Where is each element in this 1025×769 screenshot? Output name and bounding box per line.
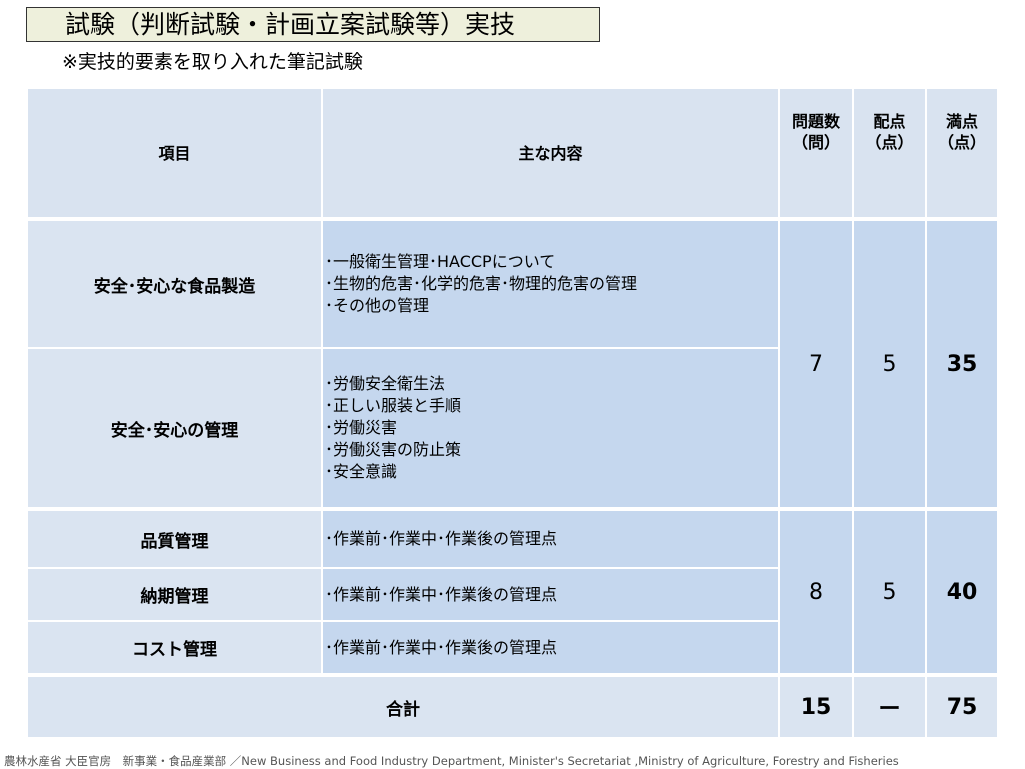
total-full-value: 75 [946,694,978,720]
content-list: ･作業前･作業中･作業後の管理点 [325,584,557,606]
content-list: ･作業前･作業中･作業後の管理点 [325,528,557,550]
content-list: ･作業前･作業中･作業後の管理点 [325,637,557,659]
group1-questions: 7 [780,221,852,507]
header-content-label: 主な内容 [518,143,583,163]
footer-credit: 農林水産省 大臣官房 新事業・食品産業部 ／New Business and F… [4,754,899,768]
list-item: ･労働災害 [325,418,398,437]
table-row-item: コスト管理 [28,622,321,673]
header-points-line2: （点） [865,133,914,152]
content-list: ･一般衛生管理･HACCPについて ･生物的危害･化学的危害･物理的危害の管理 … [325,251,637,317]
total-label-cell: 合計 [28,677,778,737]
table-row-content: ･一般衛生管理･HACCPについて ･生物的危害･化学的危害･物理的危害の管理 … [323,221,778,347]
list-item: ･その他の管理 [325,296,430,315]
row-item-label: 納期管理 [140,587,209,607]
points-value: 5 [882,351,897,377]
header-item-label: 項目 [158,143,191,163]
points-value: 5 [882,579,897,605]
list-item: ･作業前･作業中･作業後の管理点 [325,637,558,657]
header-questions: 問題数 （問） [780,89,852,217]
questions-value: 8 [809,579,823,605]
header-points: 配点 （点） [854,89,925,217]
total-points-value: ー [878,697,901,722]
list-item: ･正しい服装と手順 [325,396,462,415]
full-value: 35 [946,351,978,377]
header-points-line1: 配点 [873,112,906,131]
row-item-label: 安全･安心な食品製造 [93,276,256,297]
list-item: ･生物的危害･化学的危害･物理的危害の管理 [325,274,638,293]
header-full-line2: （点） [937,133,986,152]
table-row-item: 納期管理 [28,569,321,620]
total-questions-value: 15 [800,694,832,720]
list-item: ･一般衛生管理･HACCPについて [325,252,556,271]
group1-full: 35 [927,221,997,507]
header-full-line1: 満点 [945,112,978,131]
group2-questions: 8 [780,511,852,673]
header-content: 主な内容 [323,89,778,217]
table-row-content: ･作業前･作業中･作業後の管理点 [323,622,778,673]
list-item: ･安全意識 [325,462,398,481]
header-questions-line1: 問題数 [791,112,840,131]
table-row-content: ･作業前･作業中･作業後の管理点 [323,511,778,567]
list-item: ･作業前･作業中･作業後の管理点 [325,529,558,548]
table-row-content: ･労働安全衛生法 ･正しい服装と手順 ･労働災害 ･労働災害の防止策 ･安全意識 [323,349,778,507]
table-row-item: 安全･安心な食品製造 [28,221,321,347]
list-item: ･労働安全衛生法 [325,374,446,393]
group1-points: 5 [854,221,925,507]
slide-title-text: 試験（判断試験・計画立案試験等）実技 [65,10,516,39]
table-row-item: 安全･安心の管理 [28,349,321,507]
content-list: ･労働安全衛生法 ･正しい服装と手順 ･労働災害 ･労働災害の防止策 ･安全意識 [325,373,461,483]
row-item-label: コスト管理 [132,640,217,660]
header-full: 満点 （点） [927,89,997,217]
total-points: ー [854,677,925,737]
slide-subtitle: ※実技的要素を取り入れた筆記試験 [62,51,363,73]
group2-full: 40 [927,511,997,673]
row-item-label: 安全･安心の管理 [110,420,239,441]
total-questions: 15 [780,677,852,737]
list-item: ･作業前･作業中･作業後の管理点 [325,584,558,604]
questions-value: 7 [809,351,823,377]
total-label: 合計 [386,699,420,720]
table-row-content: ･作業前･作業中･作業後の管理点 [323,569,778,620]
full-value: 40 [946,579,978,605]
table-row-item: 品質管理 [28,511,321,567]
total-full: 75 [927,677,997,737]
slide-title: 試験（判断試験・計画立案試験等）実技 [26,7,600,42]
row-item-label: 品質管理 [140,531,209,552]
header-item: 項目 [28,89,321,217]
header-questions-line2: （問） [791,133,840,152]
group2-points: 5 [854,511,925,673]
list-item: ･労働災害の防止策 [325,440,462,459]
